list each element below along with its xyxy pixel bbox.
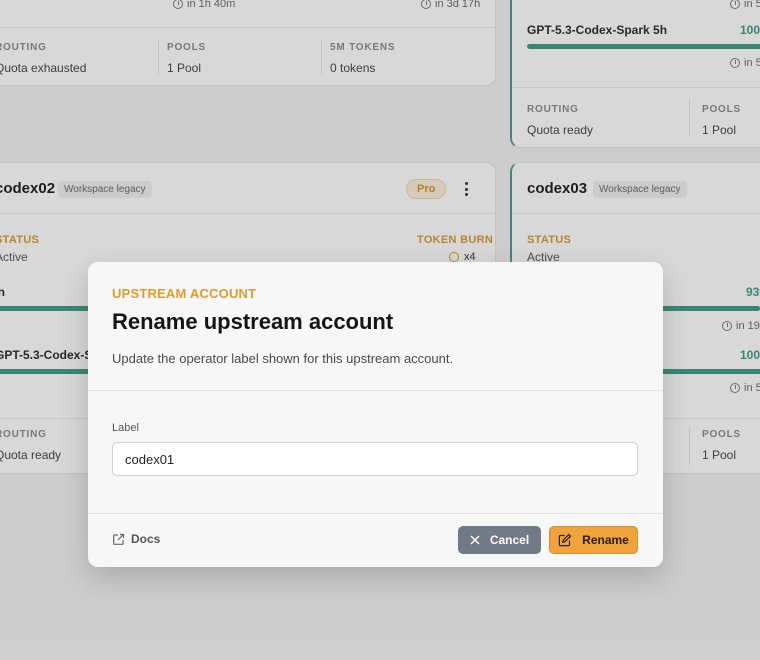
cancel-label: Cancel — [489, 533, 530, 547]
dialog-description: Update the operator label shown for this… — [112, 351, 454, 366]
close-icon — [470, 535, 480, 545]
label-input[interactable] — [112, 442, 638, 476]
docs-label: Docs — [131, 532, 161, 546]
dialog-eyebrow: UPSTREAM ACCOUNT — [112, 286, 257, 301]
external-link-icon — [113, 533, 125, 545]
rename-label: Rename — [582, 533, 629, 547]
docs-link[interactable]: Docs — [112, 532, 160, 546]
rename-account-dialog: UPSTREAM ACCOUNT Rename upstream account… — [88, 262, 663, 567]
dialog-divider — [88, 513, 663, 514]
dialog-divider — [88, 390, 663, 391]
dialog-title: Rename upstream account — [112, 309, 394, 334]
cancel-button[interactable]: Cancel — [458, 526, 541, 554]
rename-button[interactable]: Rename — [549, 526, 638, 554]
label-field-label: Label — [112, 422, 139, 434]
edit-icon — [558, 533, 572, 547]
